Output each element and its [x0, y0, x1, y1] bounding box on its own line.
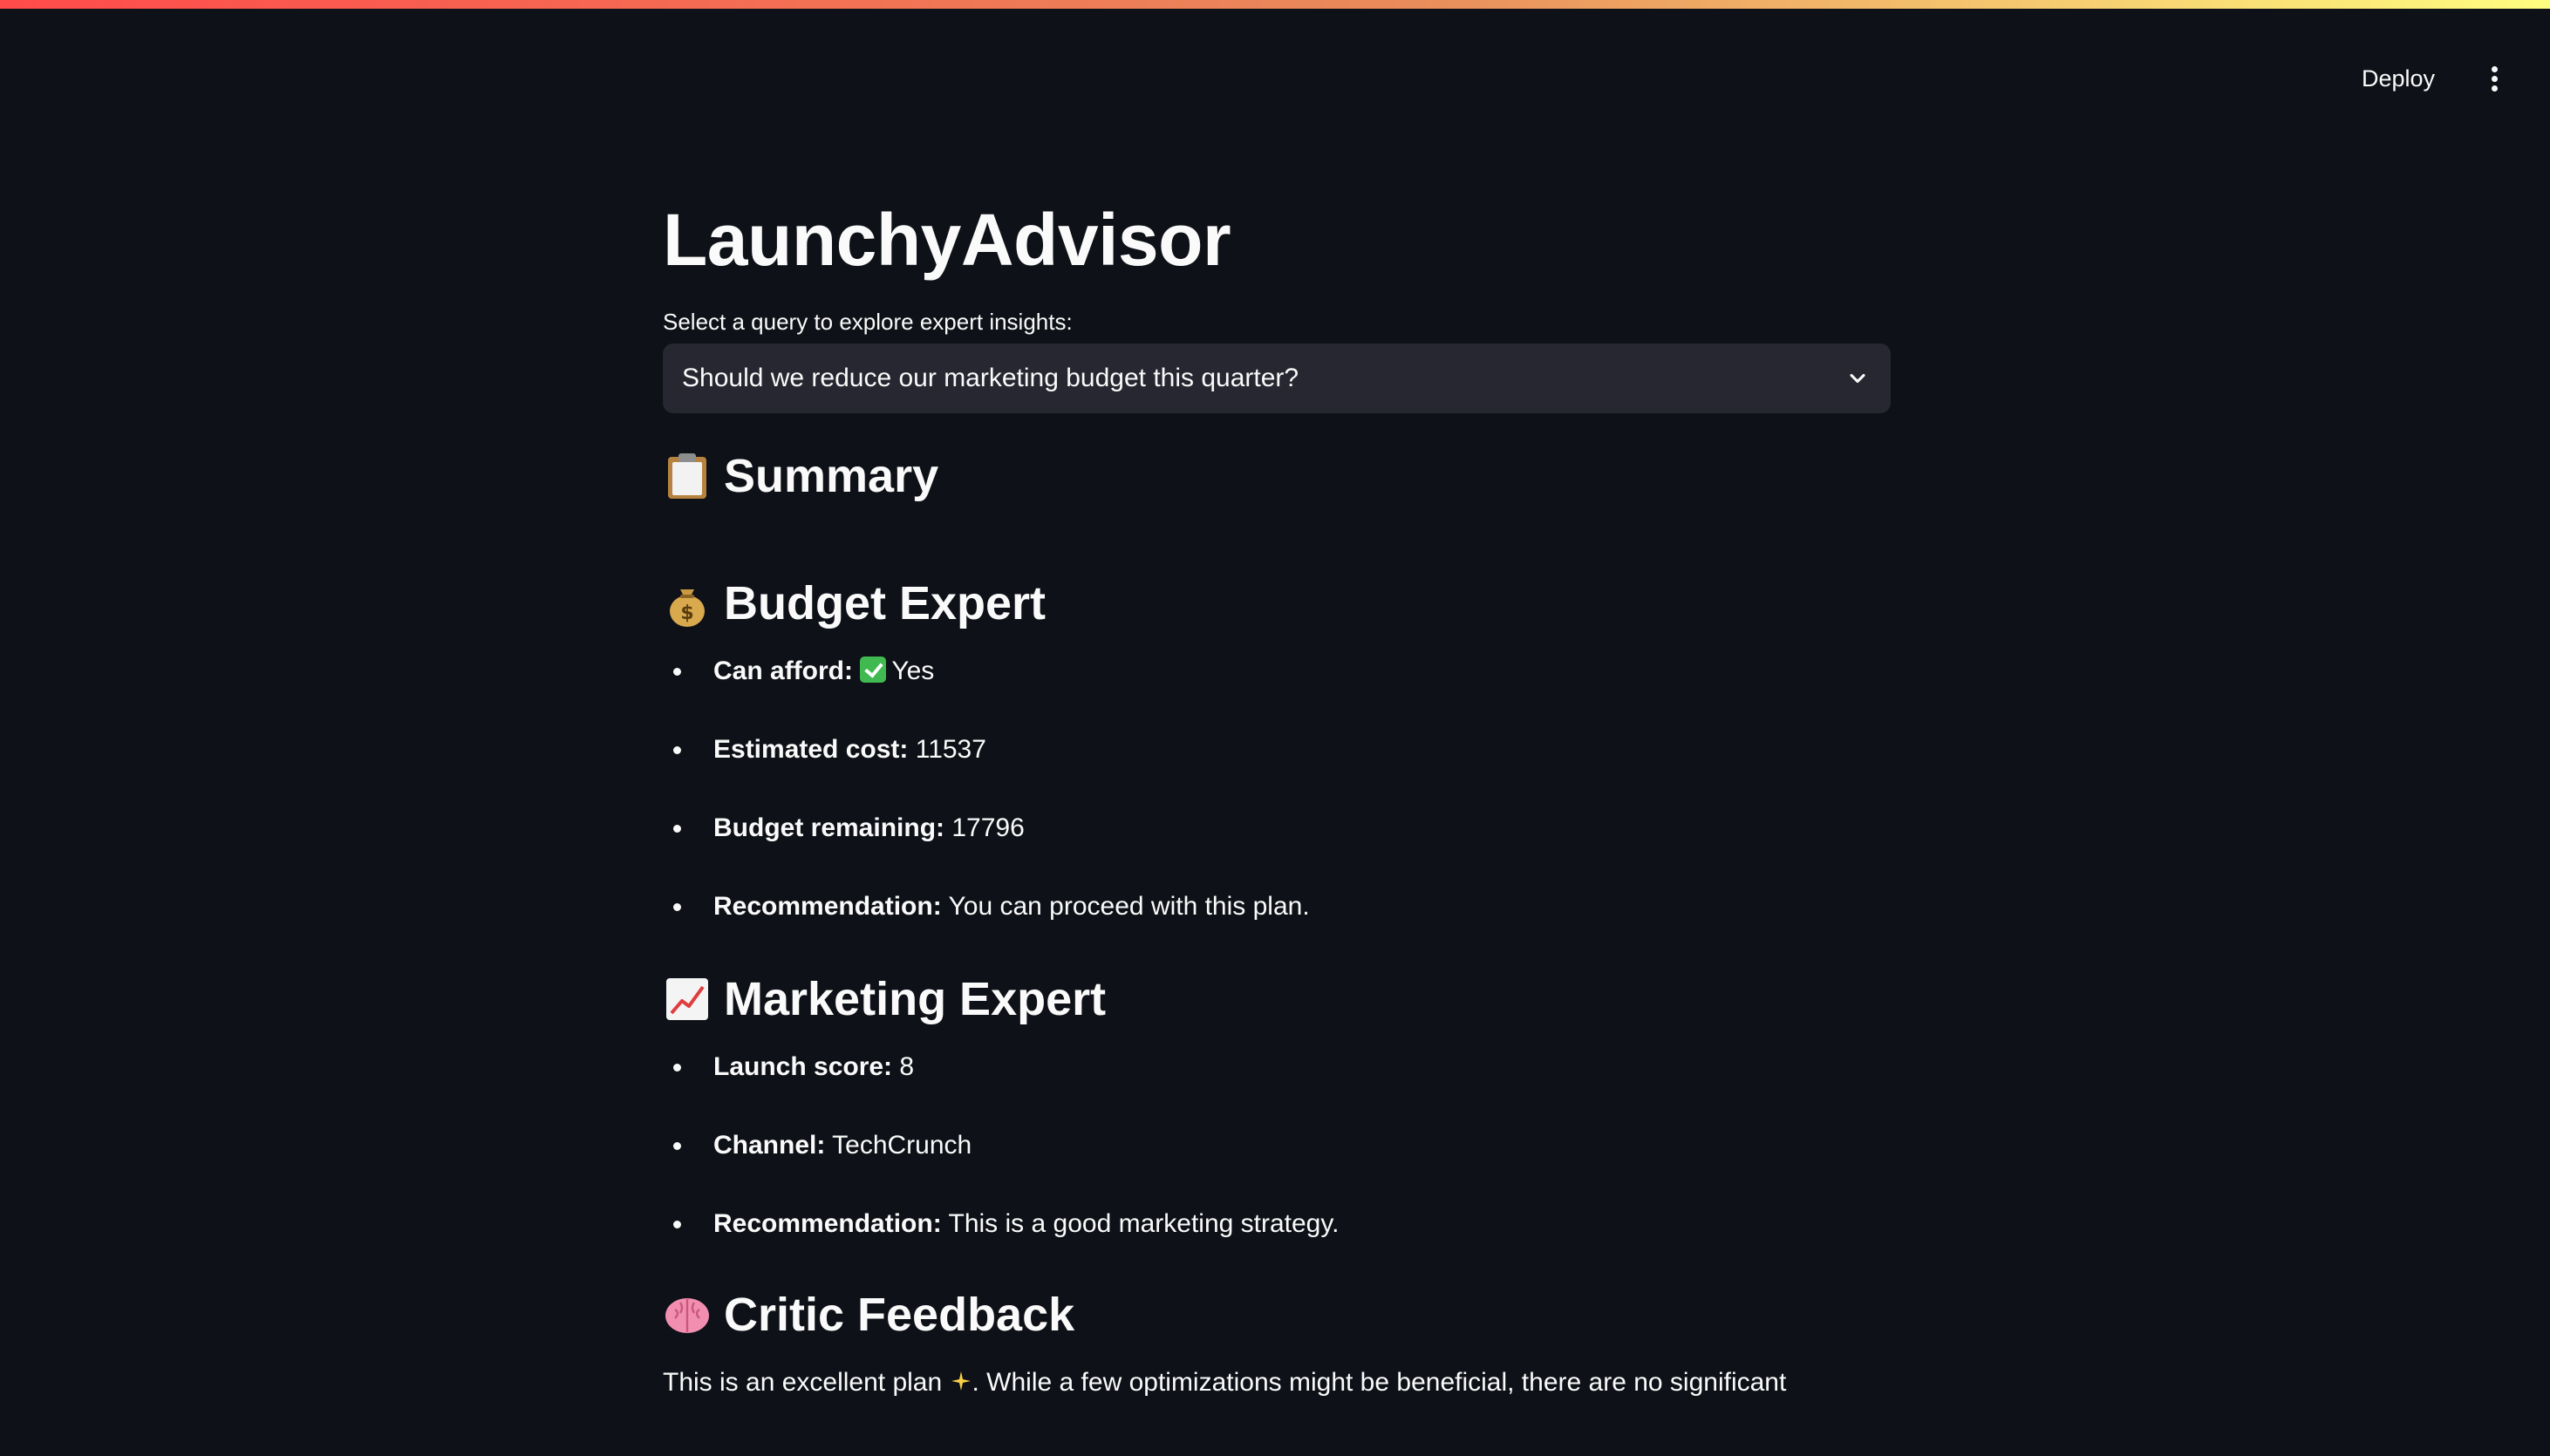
summary-heading: Summary: [663, 450, 1891, 502]
app-header: Deploy: [0, 9, 2550, 131]
clipboard-icon: [668, 453, 706, 499]
sparkles-icon: [951, 1371, 971, 1391]
marketing-expert-heading: Marketing Expert: [663, 973, 1891, 1025]
list-item: Channel: TechCrunch: [663, 1128, 1891, 1207]
svg-text:$: $: [680, 602, 693, 624]
summary-title: Summary: [724, 450, 939, 502]
budget-expert-list: Can afford: Yes Estimated cost: 11537 Bu…: [663, 654, 1891, 935]
check-mark-button-icon: [860, 657, 887, 683]
query-select-value: Should we reduce our marketing budget th…: [682, 364, 1299, 392]
main-content: LaunchyAdvisor Select a query to explore…: [663, 183, 1891, 1400]
list-item: Recommendation: You can proceed with thi…: [663, 889, 1891, 935]
marketing-expert-list: Launch score: 8 Channel: TechCrunch Reco…: [663, 1050, 1891, 1252]
list-item: Estimated cost: 11537: [663, 732, 1891, 811]
list-item: Budget remaining: 17796: [663, 811, 1891, 889]
query-select[interactable]: Should we reduce our marketing budget th…: [663, 344, 1891, 413]
list-item: Can afford: Yes: [663, 654, 1891, 732]
budget-expert-title: Budget Expert: [724, 577, 1047, 629]
critic-feedback-title: Critic Feedback: [724, 1289, 1075, 1341]
critic-feedback-heading: Critic Feedback: [663, 1289, 1891, 1341]
marketing-expert-title: Marketing Expert: [724, 973, 1107, 1025]
budget-expert-heading: $ Budget Expert: [663, 577, 1891, 629]
deploy-button[interactable]: Deploy: [2342, 58, 2454, 99]
more-vertical-icon[interactable]: [2472, 56, 2517, 101]
top-decoration-bar: [0, 0, 2550, 9]
chart-increasing-icon: [666, 978, 708, 1020]
list-item: Launch score: 8: [663, 1050, 1891, 1128]
page-title: LaunchyAdvisor: [663, 199, 1231, 281]
money-bag-icon: $: [670, 589, 705, 627]
chevron-down-icon: [1850, 373, 1865, 384]
critic-feedback-text: This is an excellent plan . While a few …: [663, 1368, 1787, 1397]
query-select-label: Select a query to explore expert insight…: [663, 309, 1073, 335]
list-item: Recommendation: This is a good marketing…: [663, 1207, 1891, 1252]
brain-icon: [665, 1298, 709, 1333]
